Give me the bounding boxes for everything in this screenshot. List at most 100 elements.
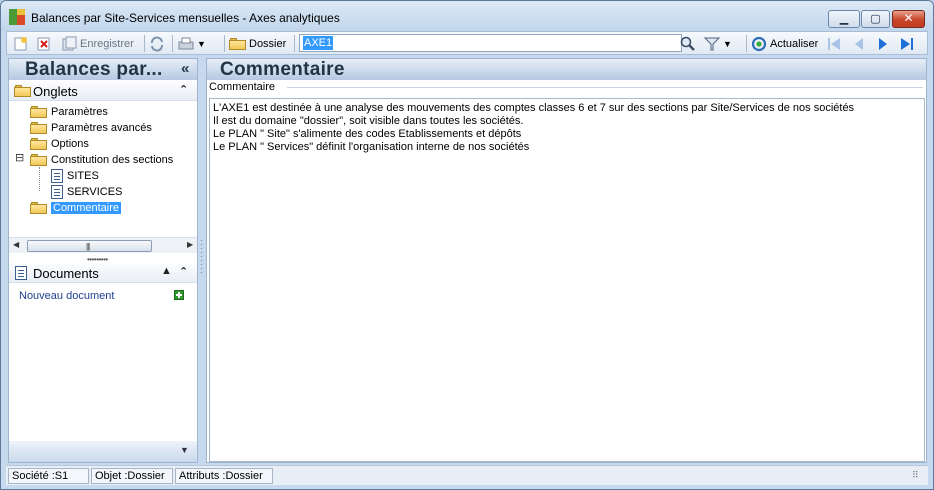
save-button[interactable]: Enregistrer [61,35,134,52]
close-button[interactable]: ✕ [892,10,925,28]
documents-section-label: Documents [33,266,99,281]
scrollbar-thumb[interactable]: ||| [27,240,152,252]
toolbar-separator [172,35,173,52]
previous-record-button[interactable] [851,35,867,52]
maximize-icon: ▢ [870,13,881,25]
chevron-down-icon[interactable]: ▼ [197,39,206,49]
folder-open-icon [30,201,47,214]
resize-grip-icon[interactable]: ⠿ [912,470,919,481]
last-icon [899,36,915,52]
first-record-button[interactable] [826,35,842,52]
filter-button[interactable]: ▼ [703,35,732,52]
sync-icon [149,35,165,52]
scroll-right-icon[interactable]: ▶ [187,240,193,249]
tree-item-options[interactable]: Options [30,136,89,151]
delete-icon [36,36,52,52]
new-record-button[interactable] [13,35,29,52]
left-panel-title: Balances par... [25,59,163,80]
search-input[interactable]: AXE1 [303,36,334,50]
new-document-link[interactable]: Nouveau document [19,290,114,302]
comment-line: Il est du domaine "dossier", soit visibl… [213,115,524,127]
sync-button[interactable] [149,35,165,52]
print-button[interactable]: ▼ [178,35,206,52]
content-panel: Commentaire Commentaire L'AXE1 est desti… [206,58,927,463]
folder-open-icon [30,153,47,166]
status-attributs: Attributs :Dossier [175,468,273,484]
tree-item-label: Commentaire [51,201,122,214]
maximize-button[interactable]: ▢ [861,10,890,28]
status-bar: Société :S1 Objet :Dossier Attributs :Do… [6,465,928,485]
tree-item-services[interactable]: SERVICES [51,184,122,199]
save-label: Enregistrer [80,37,134,50]
folder-button[interactable]: Dossier [229,35,286,52]
left-panel-footer: ▼ [9,441,197,462]
print-icon [178,36,194,52]
minimize-icon: ▁ [839,13,849,25]
tree-horizontal-scrollbar[interactable]: ◀ ||| ▶ [9,237,197,253]
comment-textarea[interactable]: L'AXE1 est destinée à une analyse des mo… [209,98,925,462]
refresh-button[interactable]: Actualiser [751,35,818,52]
folder-icon [14,84,31,97]
tree-item-label: Paramètres [51,105,108,118]
collapse-section-icon[interactable]: ⌃ [179,83,188,96]
scroll-left-icon[interactable]: ◀ [13,240,19,249]
tree-item-parametres[interactable]: Paramètres [30,104,108,119]
tree-item-label: Options [51,137,89,150]
toolbar-separator [746,35,747,52]
tree-item-label: Constitution des sections [51,153,174,166]
tree-item-label: SITES [67,169,99,182]
add-document-icon[interactable] [174,290,184,300]
tree-item-constitution-sections[interactable]: Constitution des sections [30,152,173,167]
search-field[interactable]: AXE1 [299,34,682,52]
tree-item-parametres-avances[interactable]: Paramètres avancés [30,120,152,135]
collapse-section-icon[interactable]: ⌃ [179,265,188,278]
close-icon: ✕ [903,11,914,25]
first-icon [826,36,842,52]
tree-item-commentaire[interactable]: Commentaire [30,200,122,215]
search-icon [680,36,696,52]
refresh-icon [751,36,767,52]
document-icon [51,184,63,199]
chevron-down-icon[interactable]: ▼ [723,39,732,49]
tabs-section-label: Onglets [33,84,78,99]
title-bar[interactable]: Balances par Site-Services mensuelles - … [1,1,933,31]
document-icon [51,168,63,183]
tree-line [39,167,40,191]
documents-section-header[interactable]: Documents ▲ ⌃ [9,263,197,283]
next-icon [875,36,891,52]
app-window: Balances par Site-Services mensuelles - … [0,0,934,490]
tabs-section-header[interactable]: Onglets ⌃ [9,81,197,101]
next-record-button[interactable] [875,35,891,52]
tree-item-label: SERVICES [67,185,123,198]
scrollbar-grip-icon: ||| [86,242,90,251]
toolbar-separator [144,35,145,52]
tree-item-label: Paramètres avancés [51,121,152,134]
toolbar: Enregistrer ▼ Dossier AXE1 ▼ Actualiser [6,31,928,55]
search-button[interactable] [680,35,696,52]
vertical-splitter-icon[interactable]: · · · · · · · · · [200,237,204,277]
app-icon [9,9,25,25]
tree-expander-icon[interactable]: ⊟ [15,152,24,165]
delete-button[interactable] [36,35,52,52]
window-title: Balances par Site-Services mensuelles - … [31,11,340,25]
tree-item-sites[interactable]: SITES [51,168,99,183]
folder-icon [229,37,246,50]
status-societe: Société :S1 [8,468,89,484]
comment-group-label: Commentaire [209,81,278,93]
left-panel: Balances par... « Onglets ⌃ Paramètres P… [8,58,198,463]
document-icon [15,266,27,280]
toolbar-separator [224,35,225,52]
collapse-panel-icon[interactable]: « [181,60,189,77]
folder-icon [30,137,47,150]
page-title: Commentaire [220,59,345,80]
chevron-down-icon[interactable]: ▼ [180,445,189,455]
minimize-button[interactable]: ▁ [828,10,860,28]
previous-icon [851,36,867,52]
group-divider [287,87,923,88]
last-record-button[interactable] [899,35,915,52]
chevron-up-icon[interactable]: ▲ [161,265,172,277]
left-panel-header: Balances par... « [9,59,197,80]
refresh-label: Actualiser [770,37,819,50]
comment-line: L'AXE1 est destinée à une analyse des mo… [213,102,855,114]
folder-icon [30,121,47,134]
